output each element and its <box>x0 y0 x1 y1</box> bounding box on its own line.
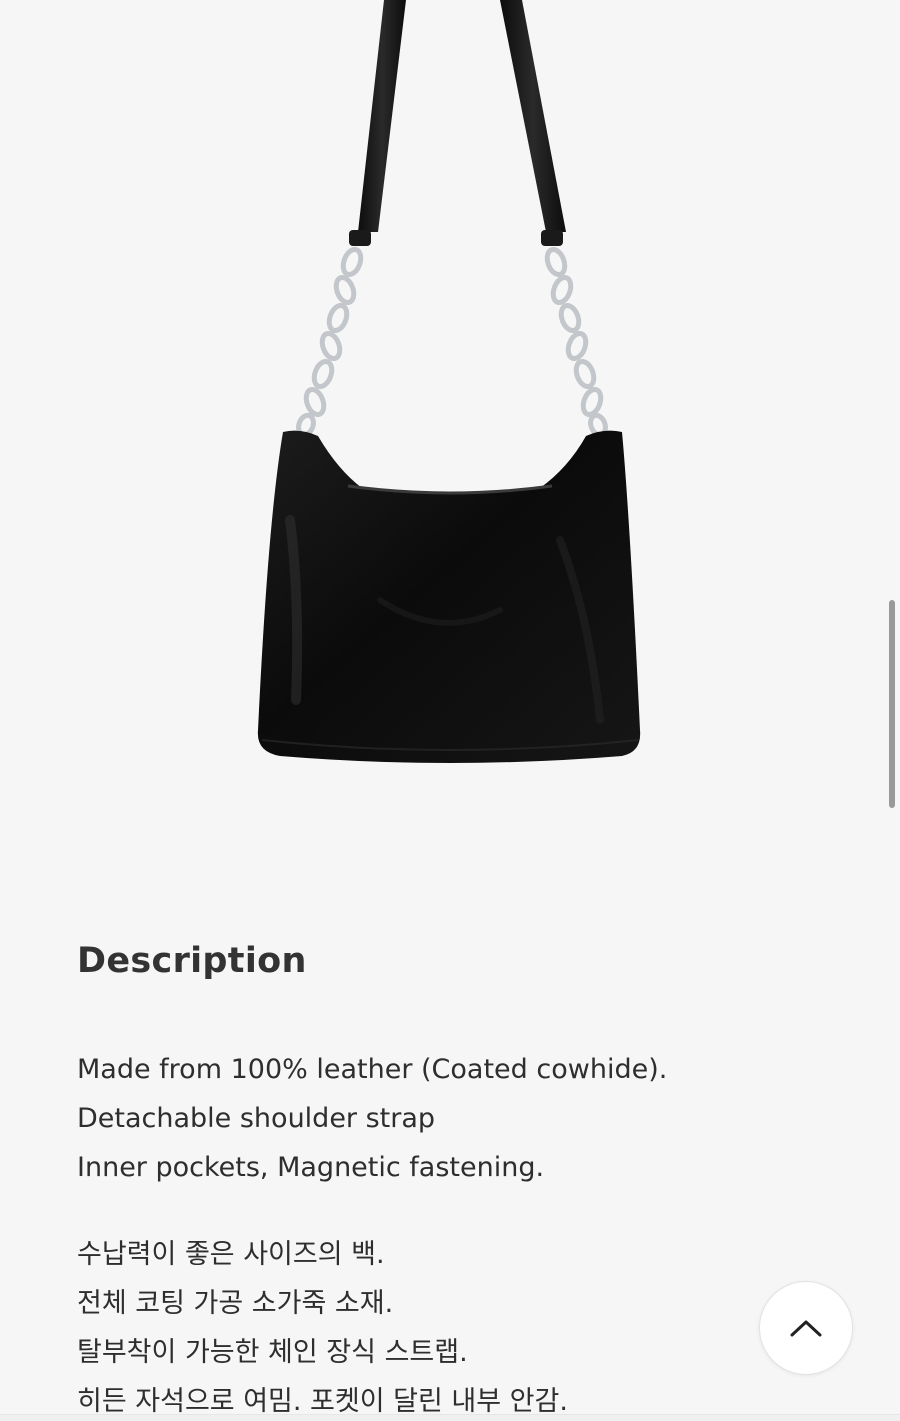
product-image <box>0 0 900 840</box>
right-strap-tab <box>541 230 563 246</box>
description-section: Description Made from 100% leather (Coat… <box>77 935 837 1421</box>
description-line: 전체 코팅 가공 소가죽 소재. <box>77 1288 394 1319</box>
description-title: Description <box>77 941 307 981</box>
description-english-list: Made from 100% leather (Coated cowhide).… <box>77 1045 837 1192</box>
bag-illustration <box>257 0 641 763</box>
description-line: Inner pockets, Magnetic fastening. <box>77 1152 545 1183</box>
description-line: Made from 100% leather (Coated cowhide). <box>77 1054 668 1085</box>
description-line: Detachable shoulder strap <box>77 1103 436 1134</box>
bag-body <box>257 430 641 763</box>
description-korean-list: 수납력이 좋은 사이즈의 백. 전체 코팅 가공 소가죽 소재. 탈부착이 가능… <box>77 1230 837 1421</box>
chevron-up-icon <box>790 1320 822 1337</box>
right-chain <box>544 246 608 438</box>
left-chain <box>296 246 364 438</box>
left-leather-strap <box>358 0 406 232</box>
right-leather-strap <box>500 0 566 232</box>
left-strap-tab <box>349 230 371 246</box>
description-line: 탈부착이 가능한 체인 장식 스트랩. <box>77 1337 468 1368</box>
product-detail-page: Description Made from 100% leather (Coat… <box>0 0 900 1421</box>
bottom-bar-edge <box>0 1414 900 1421</box>
scroll-to-top-button[interactable] <box>759 1281 853 1375</box>
scrollbar-thumb[interactable] <box>889 600 895 808</box>
description-line: 수납력이 좋은 사이즈의 백. <box>77 1239 385 1270</box>
